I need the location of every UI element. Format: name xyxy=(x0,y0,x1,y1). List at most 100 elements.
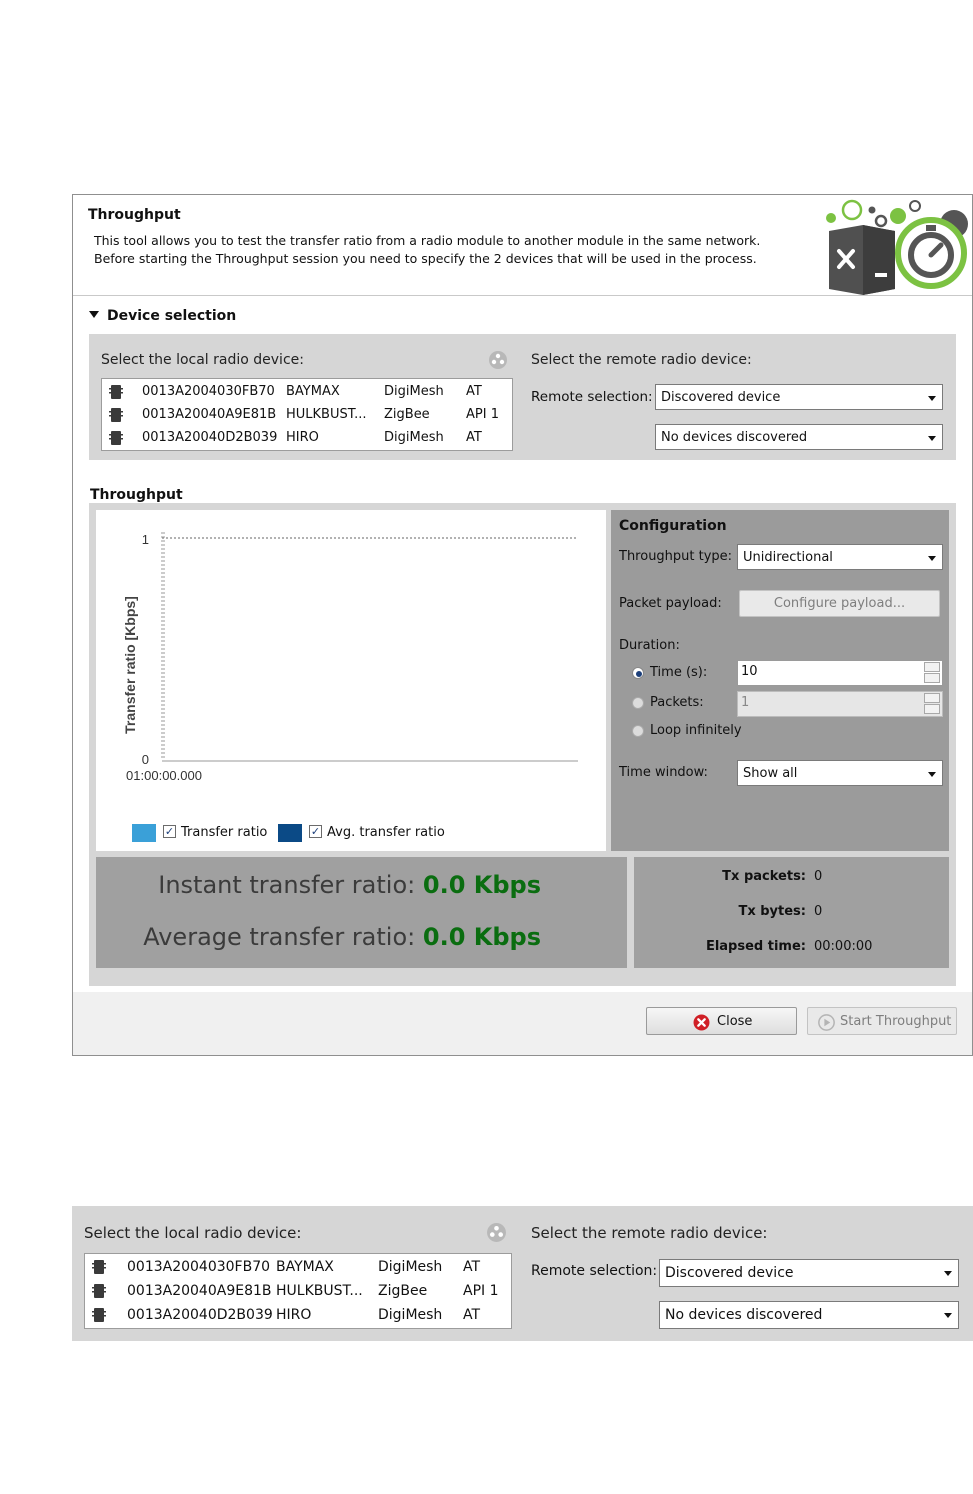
discovered-devices-dropdown[interactable]: No devices discovered xyxy=(659,1301,959,1329)
avg-transfer-ratio-checkbox[interactable]: ✓ xyxy=(309,825,322,838)
device-selection-panel: Select the local radio device: Select th… xyxy=(89,334,956,460)
time-window-dropdown[interactable]: Show all xyxy=(737,760,943,786)
device-protocol: DigiMesh xyxy=(384,430,444,445)
remote-selection-dropdown[interactable]: Discovered device xyxy=(659,1259,959,1287)
radio-module-icon xyxy=(92,1308,106,1322)
chevron-down-icon xyxy=(928,436,936,441)
instant-transfer-label: Instant transfer ratio: xyxy=(158,871,416,899)
list-item[interactable]: 0013A20040D2B039 HIRO DigiMesh AT xyxy=(85,1303,511,1327)
tx-packets-value: 0 xyxy=(814,869,823,884)
device-selection-panel-detail: Select the local radio device: Select th… xyxy=(72,1206,973,1341)
device-address: 0013A20040D2B039 xyxy=(127,1307,273,1323)
list-item[interactable]: 0013A2004030FB70 BAYMAX DigiMesh AT xyxy=(85,1255,511,1279)
throughput-type-dropdown[interactable]: Unidirectional xyxy=(737,544,943,570)
tx-bytes-label: Tx bytes: xyxy=(738,904,806,919)
local-device-list[interactable]: 0013A2004030FB70 BAYMAX DigiMesh AT 0013… xyxy=(84,1253,512,1329)
configuration-title: Configuration xyxy=(619,518,727,534)
discovered-devices-value: No devices discovered xyxy=(665,1307,823,1323)
close-button[interactable]: Close xyxy=(646,1007,797,1035)
packets-spinner[interactable]: 1 xyxy=(737,691,943,717)
spin-down-icon[interactable] xyxy=(924,704,940,714)
time-value: 10 xyxy=(741,664,758,679)
time-spinner[interactable]: 10 xyxy=(737,660,943,686)
device-name: BAYMAX xyxy=(276,1259,334,1275)
device-address: 0013A20040A9E81B xyxy=(127,1283,272,1299)
discover-icon[interactable] xyxy=(486,1222,507,1243)
packets-value: 1 xyxy=(741,695,750,710)
chevron-down-icon xyxy=(928,396,936,401)
discovered-devices-value: No devices discovered xyxy=(661,430,808,445)
device-selection-toggle[interactable]: Device selection xyxy=(89,308,236,324)
time-window-label: Time window: xyxy=(619,765,708,780)
dialog-footer: Close Start Throughput xyxy=(73,992,972,1055)
start-throughput-button[interactable]: Start Throughput xyxy=(807,1007,957,1035)
play-icon xyxy=(818,1014,835,1031)
remote-selection-label: Remote selection: xyxy=(531,389,653,405)
chevron-down-icon xyxy=(944,1313,952,1318)
chevron-down-icon xyxy=(928,556,936,561)
remote-selection-dropdown[interactable]: Discovered device xyxy=(655,384,943,410)
device-address: 0013A2004030FB70 xyxy=(127,1259,271,1275)
start-throughput-label: Start Throughput xyxy=(840,1014,952,1029)
device-mode: API 1 xyxy=(466,407,499,422)
remote-selection-value: Discovered device xyxy=(665,1265,794,1281)
close-icon xyxy=(693,1014,710,1031)
radio-module-icon xyxy=(109,408,123,422)
close-label: Close xyxy=(717,1014,753,1029)
remote-device-label: Select the remote radio device: xyxy=(531,352,752,368)
spin-up-icon[interactable] xyxy=(924,662,940,672)
dialog-description-line1: This tool allows you to test the transfe… xyxy=(94,233,761,248)
spin-up-icon[interactable] xyxy=(924,693,940,703)
transfer-ratio-checkbox[interactable]: ✓ xyxy=(163,825,176,838)
loop-infinitely-label: Loop infinitely xyxy=(650,723,742,738)
remote-device-label: Select the remote radio device: xyxy=(531,1224,768,1242)
device-name: HIRO xyxy=(286,430,319,445)
discovered-devices-dropdown[interactable]: No devices discovered xyxy=(655,424,943,450)
y-tick-label: 1 xyxy=(142,532,149,547)
spin-down-icon[interactable] xyxy=(924,673,940,683)
y-tick-label: 0 xyxy=(142,752,149,767)
instant-transfer-ratio: Instant transfer ratio: 0.0 Kbps xyxy=(158,871,541,899)
radio-module-icon xyxy=(92,1260,106,1274)
remote-selection-label: Remote selection: xyxy=(531,1263,658,1279)
throughput-logo xyxy=(826,199,968,295)
transfer-counts-panel: Tx packets: 0 Tx bytes: 0 Elapsed time: … xyxy=(634,857,949,968)
chevron-down-icon xyxy=(944,1271,952,1276)
device-mode: API 1 xyxy=(463,1283,499,1299)
device-address: 0013A2004030FB70 xyxy=(142,384,275,399)
device-mode: AT xyxy=(463,1259,481,1275)
packets-radio[interactable] xyxy=(632,697,644,709)
legend-swatch-avg-transfer-ratio xyxy=(278,824,302,842)
duration-label: Duration: xyxy=(619,638,680,653)
device-address: 0013A20040A9E81B xyxy=(142,407,277,422)
time-label: Time (s): xyxy=(650,665,708,680)
transfer-stats-panel: Instant transfer ratio: 0.0 Kbps Average… xyxy=(96,857,627,968)
dialog-title: Throughput xyxy=(88,207,181,223)
legend-avg-transfer-ratio: Avg. transfer ratio xyxy=(327,825,445,840)
list-item[interactable]: 0013A20040A9E81B HULKBUST... ZigBee API … xyxy=(85,1279,511,1303)
dialog-body: Device selection Select the local radio … xyxy=(73,296,972,992)
discover-icon[interactable] xyxy=(488,350,508,370)
time-window-value: Show all xyxy=(743,766,798,781)
throughput-type-value: Unidirectional xyxy=(743,550,833,565)
list-item[interactable]: 0013A20040A9E81B HULKBUST... ZigBee API … xyxy=(102,403,512,426)
time-radio[interactable] xyxy=(632,667,644,679)
list-item[interactable]: 0013A2004030FB70 BAYMAX DigiMesh AT xyxy=(102,380,512,403)
configure-payload-button[interactable]: Configure payload... xyxy=(739,590,940,617)
device-protocol: ZigBee xyxy=(378,1283,428,1299)
radio-module-icon xyxy=(109,385,123,399)
device-name: HULKBUST... xyxy=(276,1283,363,1299)
device-name: BAYMAX xyxy=(286,384,340,399)
device-address: 0013A20040D2B039 xyxy=(142,430,278,445)
y-axis-label: Transfer ratio [Kbps] xyxy=(122,596,138,734)
elapsed-time-label: Elapsed time: xyxy=(705,939,806,954)
packet-payload-label: Packet payload: xyxy=(619,596,722,611)
loop-radio[interactable] xyxy=(632,725,644,737)
device-mode: AT xyxy=(463,1307,481,1323)
radio-module-icon xyxy=(92,1284,106,1298)
local-device-label: Select the local radio device: xyxy=(101,352,304,368)
list-item[interactable]: 0013A20040D2B039 HIRO DigiMesh AT xyxy=(102,426,512,449)
legend-transfer-ratio: Transfer ratio xyxy=(181,825,268,840)
local-device-list[interactable]: 0013A2004030FB70 BAYMAX DigiMesh AT 0013… xyxy=(101,378,513,451)
device-selection-title: Device selection xyxy=(107,308,237,324)
